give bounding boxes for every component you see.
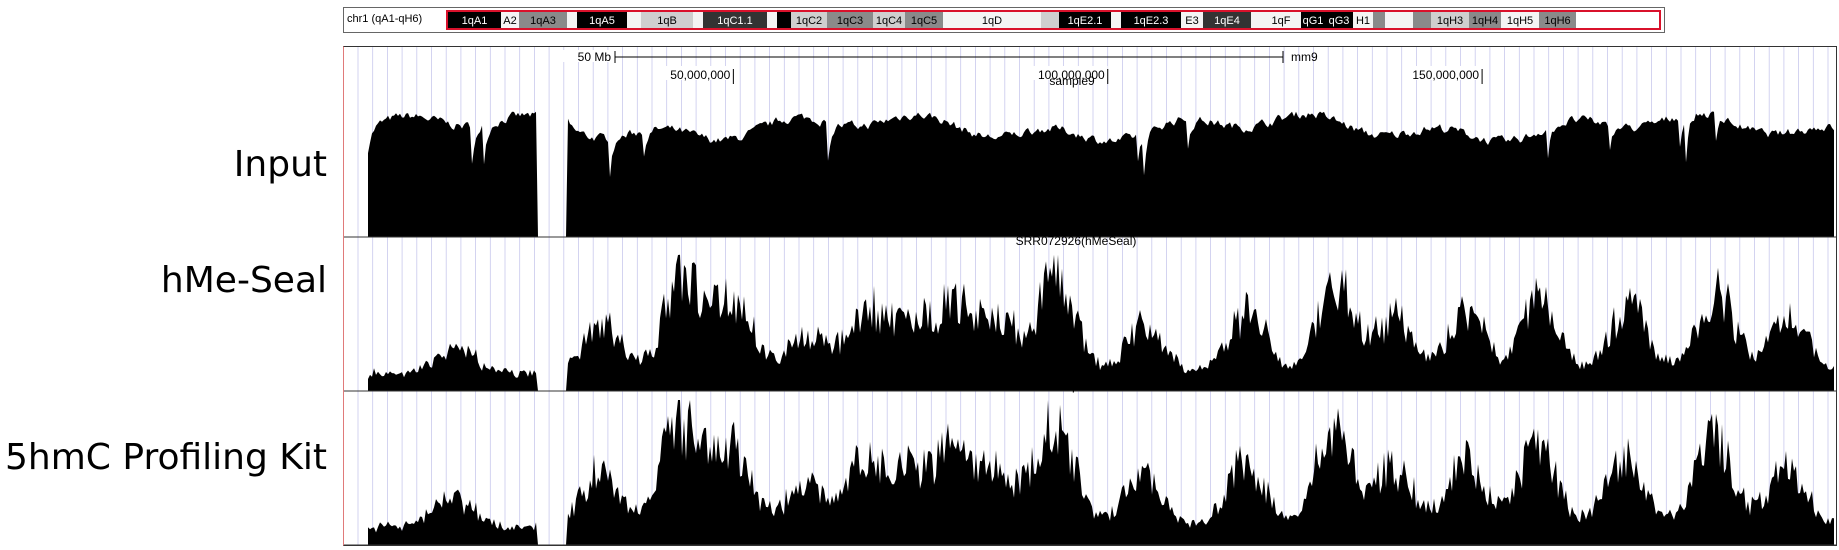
- ideogram-band[interactable]: [1413, 12, 1431, 28]
- scale-bar: 50 Mb mm9: [563, 50, 1318, 64]
- ideogram-band[interactable]: [1373, 12, 1385, 28]
- ideogram-band[interactable]: 1qC4: [873, 12, 905, 28]
- ideogram-band-label: 1qB: [657, 15, 677, 27]
- ideogram-band[interactable]: 1qE2.3: [1121, 12, 1181, 28]
- signal-wiggle: [368, 400, 1834, 545]
- signal-track[interactable]: SRR072926(hMeSeal): [344, 234, 1836, 392]
- ideogram-band[interactable]: 1qE4: [1203, 12, 1251, 28]
- ideogram-band[interactable]: qG1: [1301, 12, 1325, 28]
- ideogram-band[interactable]: 1qA1: [448, 12, 501, 28]
- ideogram-band[interactable]: 1qC2: [791, 12, 827, 28]
- ideogram-band[interactable]: [627, 12, 641, 28]
- signal-wiggle: [368, 254, 1834, 391]
- ideogram-band[interactable]: 1qH6: [1539, 12, 1576, 28]
- ideogram-band-label: 1qD: [982, 15, 1002, 27]
- track-name-label: SRR072926(hMeSeal): [1016, 234, 1137, 248]
- ideogram-band[interactable]: [767, 12, 777, 28]
- ideogram-band-label: 1qE2.1: [1068, 15, 1103, 27]
- ideogram-band-label: 1qE2.3: [1134, 15, 1169, 27]
- ideogram-band[interactable]: 1qA5: [577, 12, 627, 28]
- ideogram-band[interactable]: [1251, 12, 1261, 28]
- ideogram-band[interactable]: 1qB: [641, 12, 693, 28]
- ideogram-band-label: 1qC4: [876, 15, 902, 27]
- 5hmc-kit-row-label: 5hmC Profiling Kit: [5, 437, 327, 478]
- ideogram-band-label: H1: [1356, 15, 1370, 27]
- ruler-tick-label: 50,000,000: [670, 68, 730, 82]
- ideogram-band-label: 1qC3: [837, 15, 863, 27]
- ideogram-band[interactable]: 1qF: [1261, 12, 1301, 28]
- ideogram-band[interactable]: 1qC3: [827, 12, 873, 28]
- ideogram-band-strip[interactable]: 1qA1 A2 1qA3 1qA5 1qB 1qC1.1 1qC2 1qC3 1qC4 1qC5 1…: [446, 10, 1661, 30]
- ideogram-band-label: 1qC1.1: [717, 15, 752, 27]
- ideogram-band[interactable]: [1111, 12, 1121, 28]
- ideogram-band-label: 1qA5: [589, 15, 615, 27]
- signal-track[interactable]: sample9: [344, 74, 1836, 238]
- ideogram-band[interactable]: E3: [1181, 12, 1203, 28]
- ideogram-band[interactable]: A2: [501, 12, 519, 28]
- track-name-label: sample2: [1049, 379, 1095, 393]
- ideogram-band[interactable]: 1qH4: [1469, 12, 1501, 28]
- scale-bar-label: 50 Mb: [578, 50, 612, 64]
- ideogram-band-label: A2: [503, 15, 516, 27]
- ideogram-band-label: E3: [1185, 15, 1198, 27]
- chromosome-label: chr1 (qA1-qH6): [347, 13, 423, 25]
- ideogram-band-label: 1qC2: [796, 15, 822, 27]
- ideogram-band[interactable]: [1041, 12, 1059, 28]
- ideogram-band[interactable]: 1qC5: [905, 12, 943, 28]
- ideogram-band-label: qG1: [1303, 15, 1324, 27]
- browser-tracks[interactable]: 50 Mb mm950,000,000 100,000,000 150,000,000…: [344, 47, 1836, 546]
- ideogram-band-label: 1qH6: [1544, 15, 1570, 27]
- ideogram-band[interactable]: [693, 12, 703, 28]
- ideogram-bands: 1qA1 A2 1qA3 1qA5 1qB 1qC1.1 1qC2 1qC3 1qC4 1qC5 1…: [448, 12, 1576, 28]
- ideogram-band[interactable]: [567, 12, 577, 28]
- ideogram-band-label: 1qC5: [911, 15, 937, 27]
- ideogram-band-label: 1qE4: [1214, 15, 1240, 27]
- ideogram-band-label: 1qF: [1272, 15, 1291, 27]
- ideogram-band-label: 1qH4: [1472, 15, 1498, 27]
- ideogram-band[interactable]: 1qC1.1: [703, 12, 767, 28]
- chromosome-ideogram[interactable]: chr1 (qA1-qH6) 1qA1 A2 1qA3 1qA5 1qB 1qC1.1 1q…: [343, 7, 1665, 33]
- signal-wiggle: [368, 111, 1834, 237]
- track-name-label: sample9: [1049, 74, 1095, 88]
- ruler-tick-label: 150,000,000: [1412, 68, 1479, 82]
- ideogram-band[interactable]: 1qD: [943, 12, 1041, 28]
- hme-seal-row-label: hMe-Seal: [160, 260, 327, 301]
- ideogram-band-label: 1qH5: [1507, 15, 1533, 27]
- ideogram-band[interactable]: 1qH5: [1501, 12, 1539, 28]
- ideogram-band[interactable]: H1: [1353, 12, 1373, 28]
- ideogram-band[interactable]: 1qE2.1: [1059, 12, 1111, 28]
- ideogram-band-label: qG3: [1329, 15, 1350, 27]
- signal-track[interactable]: sample2: [344, 379, 1836, 546]
- ideogram-band-label: 1qH3: [1437, 15, 1463, 27]
- ideogram-band-label: 1qA1: [462, 15, 488, 27]
- ideogram-band[interactable]: [1385, 12, 1413, 28]
- grid-lines: [357, 47, 1829, 545]
- ideogram-band[interactable]: 1qA3: [519, 12, 567, 28]
- input-row-label: Input: [233, 144, 327, 185]
- ideogram-band-label: 1qA3: [530, 15, 556, 27]
- ideogram-band[interactable]: 1qH3: [1431, 12, 1469, 28]
- ideogram-band[interactable]: [777, 12, 791, 28]
- genome-browser-panel[interactable]: 50 Mb mm9 50,000,000 100,000,000 150,000,000…: [343, 46, 1837, 546]
- ideogram-band[interactable]: qG3: [1325, 12, 1353, 28]
- assembly-label: mm9: [1291, 50, 1318, 64]
